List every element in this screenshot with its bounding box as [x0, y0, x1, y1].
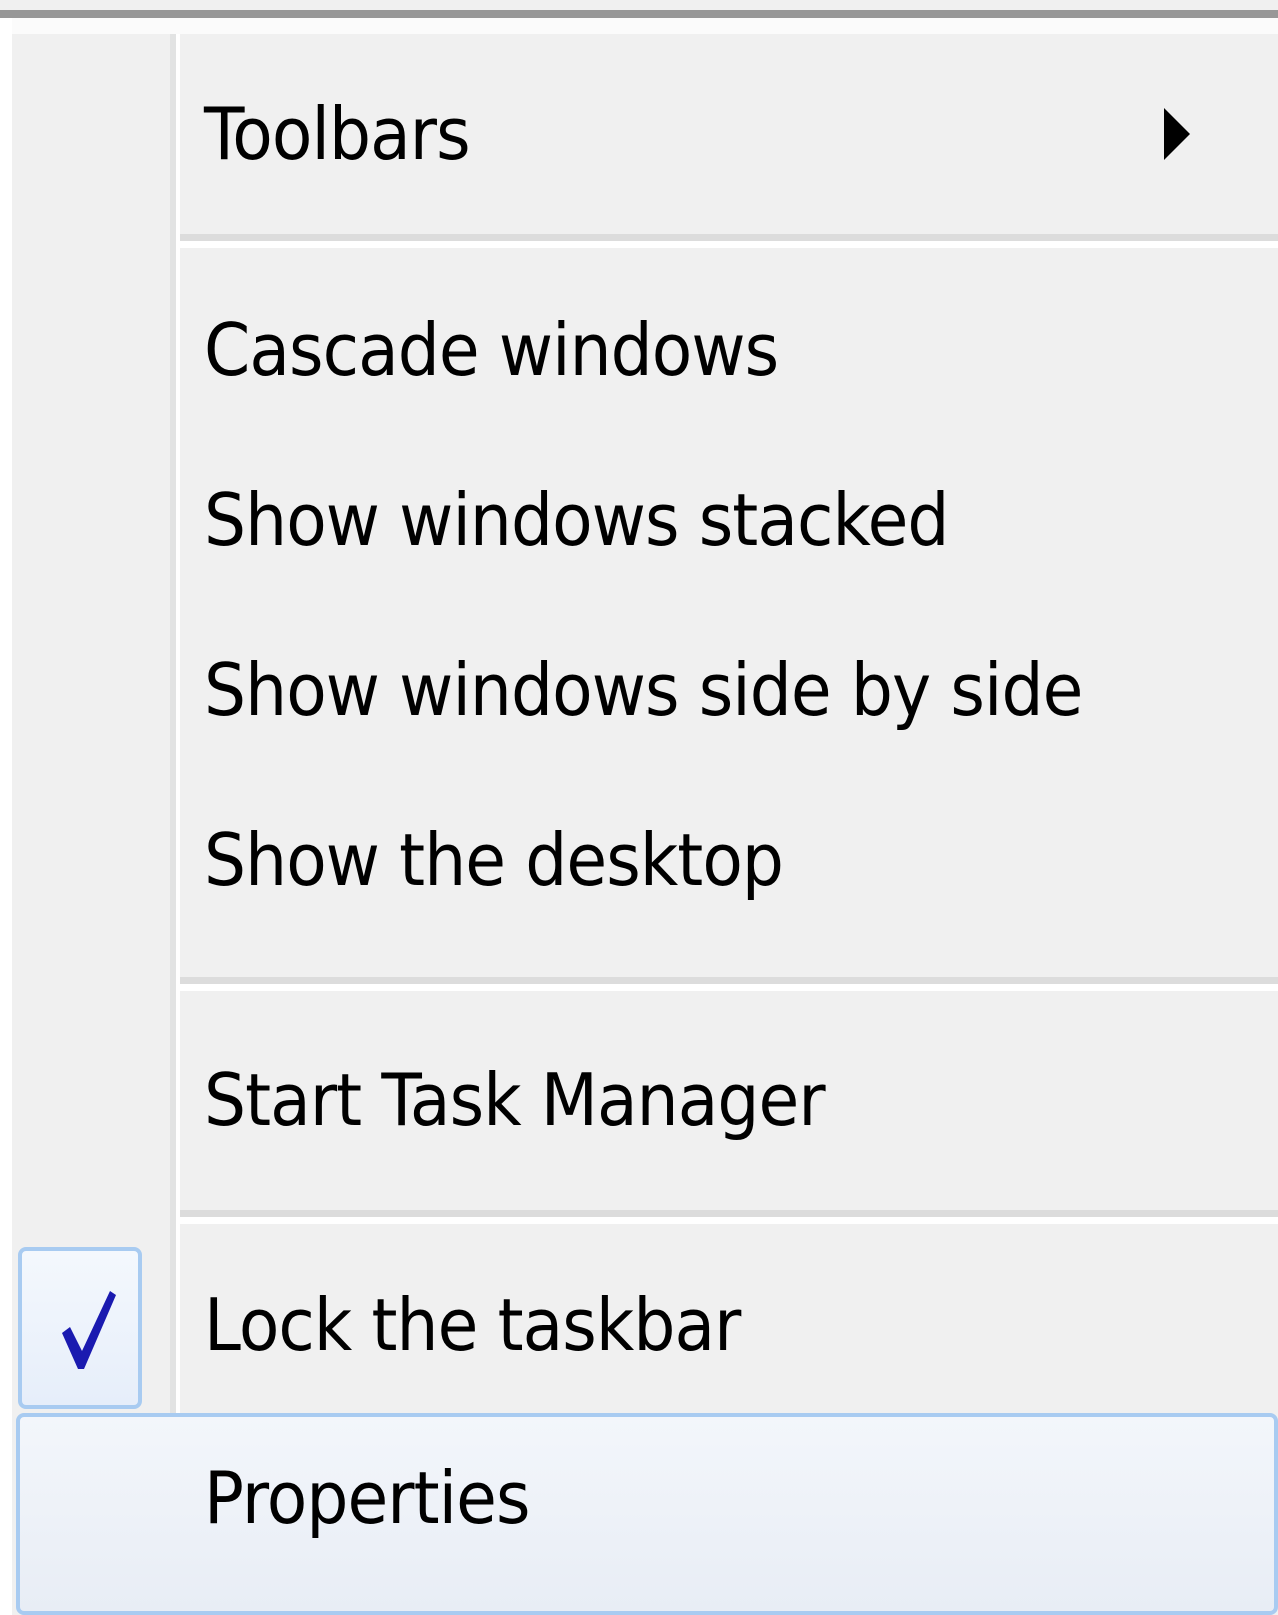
menu-item-label: Show windows stacked: [204, 478, 949, 562]
menu-separator: [180, 977, 1278, 991]
menu-item-cascade-windows[interactable]: Cascade windows: [12, 265, 1278, 435]
menu-top-gap: [0, 18, 1278, 34]
menu-item-label: Show the desktop: [204, 818, 784, 902]
taskbar-context-menu: Toolbars Cascade windows Show windows st…: [0, 0, 1278, 1615]
menu-separator: [180, 1210, 1278, 1224]
menu-item-toolbars[interactable]: Toolbars: [12, 34, 1278, 234]
menu-item-show-windows-side-by-side[interactable]: Show windows side by side: [12, 605, 1278, 775]
menu-item-label: Lock the taskbar: [204, 1283, 741, 1367]
menu-item-label: Properties: [204, 1456, 530, 1540]
chevron-right-icon: [1164, 108, 1190, 160]
menu-item-show-windows-stacked[interactable]: Show windows stacked: [12, 435, 1278, 605]
menu-item-label: Show windows side by side: [204, 648, 1083, 732]
menu-item-properties[interactable]: Properties: [12, 1413, 1278, 1583]
menu-item-label: Cascade windows: [204, 308, 779, 392]
menu-item-start-task-manager[interactable]: Start Task Manager: [12, 1010, 1278, 1190]
menu-item-label: Start Task Manager: [204, 1058, 826, 1142]
menu-separator: [180, 234, 1278, 248]
menu-top-border: [0, 10, 1278, 18]
menu-item-lock-the-taskbar[interactable]: Lock the taskbar: [12, 1240, 1278, 1410]
menu-left-edge: [0, 18, 12, 1615]
menu-item-show-the-desktop[interactable]: Show the desktop: [12, 775, 1278, 945]
menu-item-label: Toolbars: [204, 92, 471, 176]
